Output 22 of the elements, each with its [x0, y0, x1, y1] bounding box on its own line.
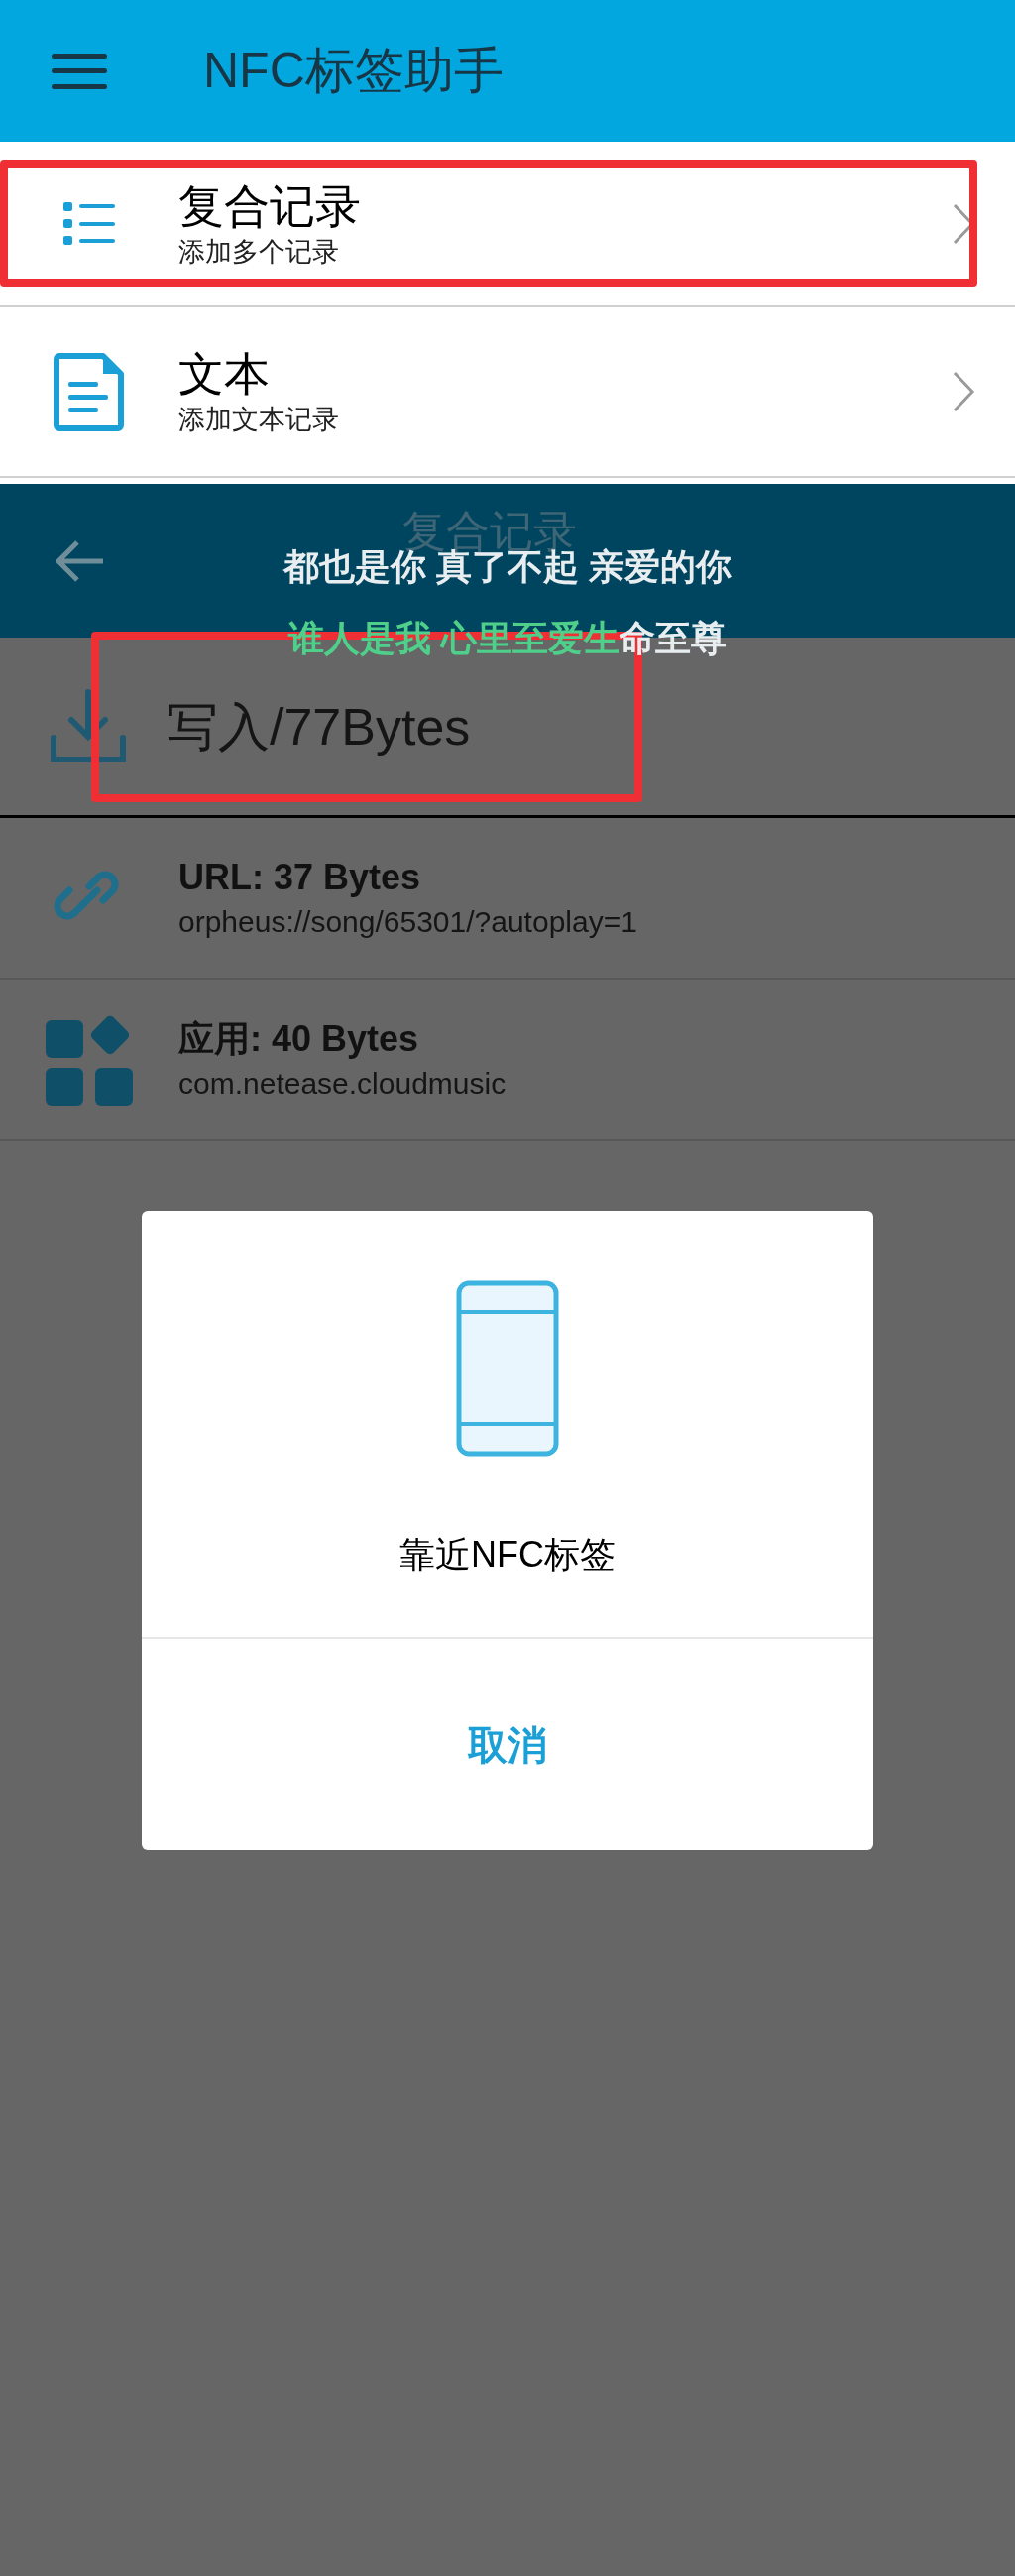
record-title: 应用: 40 Bytes [178, 1016, 420, 1061]
document-icon [54, 352, 125, 431]
menu-icon[interactable] [52, 51, 107, 91]
record-row[interactable]: 应用: 40 Bytes com.netease.cloudmusic [0, 980, 1015, 1141]
record-value: orpheus://song/65301/?autoplay=1 [178, 903, 637, 940]
item-title: 复合记录 [178, 178, 362, 234]
item-subtitle: 添加多个记录 [178, 235, 340, 269]
item-title: 文本 [178, 347, 271, 402]
download-icon [50, 687, 127, 765]
back-arrow-icon[interactable] [56, 538, 105, 583]
chevron-icon [952, 370, 975, 413]
apps-icon [44, 1013, 135, 1106]
record-title: URL: 37 Bytes [178, 855, 422, 899]
dialog-message: 靠近NFC标签 [399, 1533, 616, 1577]
write-label: 写入/77Bytes [167, 696, 471, 758]
record-value: com.netease.cloudmusic [178, 1065, 507, 1102]
item-subtitle: 添加文本记录 [178, 404, 340, 436]
phone-icon [456, 1280, 559, 1457]
record-type-item[interactable]: 复合记录 添加多个记录 [0, 142, 1015, 307]
cancel-button[interactable]: 取消 [142, 1639, 873, 1850]
app-title: NFC标签助手 [203, 42, 504, 100]
record-row[interactable]: URL: 37 Bytes orpheus://song/65301/?autoplay=1 [0, 818, 1015, 980]
